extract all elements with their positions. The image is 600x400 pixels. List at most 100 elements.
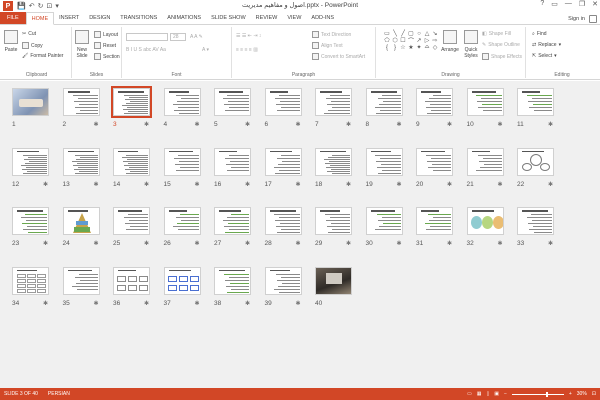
help-icon[interactable]: ?: [540, 0, 544, 8]
slide-thumbnail[interactable]: [163, 207, 201, 235]
shape-option-icon[interactable]: {: [383, 44, 391, 51]
font-size-buttons[interactable]: A A ✎: [190, 34, 203, 40]
transition-star-icon[interactable]: ✱: [498, 181, 503, 188]
tab-review[interactable]: REVIEW: [251, 12, 283, 24]
slide-thumbnail-item[interactable]: 36 ✱: [113, 266, 150, 309]
slide-thumbnail[interactable]: [12, 266, 49, 295]
slide-thumbnail-item[interactable]: 29 ✱: [315, 207, 352, 249]
tab-transitions[interactable]: TRANSITIONS: [115, 12, 162, 24]
reset-button[interactable]: Reset: [94, 42, 116, 49]
transition-star-icon[interactable]: ✱: [397, 121, 402, 128]
slide-thumbnail[interactable]: [113, 147, 150, 176]
transition-star-icon[interactable]: ✱: [447, 121, 452, 128]
slide-thumbnail[interactable]: [315, 147, 352, 176]
transition-star-icon[interactable]: ✱: [346, 121, 351, 128]
slide-thumbnail[interactable]: [264, 207, 302, 235]
slide-thumbnail-item[interactable]: 32 ✱: [466, 207, 504, 249]
shape-option-icon[interactable]: ↗: [415, 37, 423, 44]
slideshow-view-icon[interactable]: ▣: [494, 391, 499, 397]
shape-option-icon[interactable]: ▭: [383, 30, 391, 37]
align-buttons[interactable]: ≡ ≡ ≡ ≡ ▥: [236, 47, 258, 53]
slide-thumbnail-item[interactable]: 12 ✱: [12, 147, 49, 190]
tab-slide-show[interactable]: SLIDE SHOW: [206, 12, 251, 24]
transition-star-icon[interactable]: ✱: [43, 181, 48, 188]
slide-thumbnail[interactable]: [416, 88, 453, 116]
zoom-out-button[interactable]: −: [504, 391, 507, 397]
slide-thumbnail-item[interactable]: 22 ✱: [517, 147, 554, 190]
tab-add-ins[interactable]: ADD-INS: [306, 12, 339, 24]
slide-thumbnail[interactable]: [111, 86, 152, 118]
zoom-level[interactable]: 30%: [577, 391, 587, 397]
transition-star-icon[interactable]: ✱: [94, 240, 99, 247]
shapes-gallery[interactable]: ▭ ╲ ╱ ▢ ○ △ ↘ ⬠ ⬡ ☐ ⌒ ↗ ▷ ⇨{} ☆ ★ ✦ ⌓ ◇: [383, 30, 439, 60]
slide-thumbnail[interactable]: [214, 207, 251, 235]
list-buttons[interactable]: ☰ ☰ ⇤ ⇥ ↕: [236, 33, 261, 39]
quick-styles-button[interactable]: Quick Styles: [462, 30, 480, 59]
transition-star-icon[interactable]: ✱: [195, 300, 200, 307]
shape-option-icon[interactable]: ☐: [399, 37, 407, 44]
tab-insert[interactable]: INSERT: [54, 12, 84, 24]
cut-button[interactable]: ✂ Cut: [22, 31, 36, 37]
slide-thumbnail[interactable]: [365, 147, 403, 176]
slide-thumbnail-item[interactable]: 10 ✱: [466, 88, 504, 130]
font-size-dropdown[interactable]: 28: [170, 33, 186, 41]
reading-view-icon[interactable]: ▯: [486, 391, 489, 397]
replace-button[interactable]: ⇄ Replace ▾: [532, 42, 561, 48]
slide-thumbnail[interactable]: [466, 147, 504, 176]
slide-thumbnail[interactable]: [12, 88, 49, 116]
transition-star-icon[interactable]: ✱: [346, 181, 351, 188]
slide-thumbnail-item[interactable]: 9 ✱: [416, 88, 453, 130]
shape-option-icon[interactable]: }: [391, 44, 399, 51]
transition-star-icon[interactable]: ✱: [144, 300, 149, 307]
shape-option-icon[interactable]: ↘: [431, 30, 439, 37]
slide-thumbnail-item[interactable]: 26 ✱: [163, 207, 201, 249]
customize-qat-icon[interactable]: ▾: [55, 2, 59, 10]
shape-option-icon[interactable]: ✦: [415, 44, 423, 51]
slide-thumbnail-item[interactable]: 13 ✱: [62, 147, 100, 190]
copy-button[interactable]: Copy: [22, 42, 43, 49]
slide-thumbnail-item[interactable]: 11 ✱: [517, 88, 554, 130]
slide-thumbnail[interactable]: [163, 147, 201, 176]
shape-option-icon[interactable]: ⌒: [407, 37, 415, 45]
slide-thumbnail-item[interactable]: 28 ✱: [264, 207, 302, 249]
slide-thumbnail[interactable]: [62, 88, 100, 116]
transition-star-icon[interactable]: ✱: [548, 181, 553, 188]
slide-thumbnail[interactable]: [214, 147, 251, 176]
ribbon-display-icon[interactable]: ▭: [551, 0, 558, 8]
shape-option-icon[interactable]: ⬠: [383, 37, 391, 44]
slide-thumbnail-item[interactable]: 1: [12, 88, 49, 130]
slide-thumbnail[interactable]: [214, 88, 251, 116]
slide-thumbnail-item[interactable]: 5 ✱: [214, 88, 251, 130]
paste-button[interactable]: Paste: [4, 30, 18, 53]
slide-thumbnail[interactable]: [466, 88, 504, 116]
shape-fill-button[interactable]: ◧ Shape Fill: [482, 31, 511, 37]
layout-button[interactable]: Layout: [94, 31, 118, 38]
slide-thumbnail[interactable]: [517, 88, 554, 116]
sign-in-link[interactable]: Sign in: [568, 16, 585, 22]
slide-thumbnail[interactable]: [416, 147, 453, 176]
slide-thumbnail-item[interactable]: 6 ✱: [264, 88, 302, 130]
tab-view[interactable]: VIEW: [282, 12, 306, 24]
slide-thumbnail[interactable]: [163, 88, 201, 116]
transition-star-icon[interactable]: ✱: [195, 181, 200, 188]
slide-thumbnail[interactable]: [264, 266, 302, 295]
shape-option-icon[interactable]: ⇨: [431, 37, 439, 44]
align-text-button[interactable]: Align Text: [312, 42, 343, 49]
slide-thumbnail[interactable]: [315, 266, 352, 295]
transition-star-icon[interactable]: ✱: [296, 240, 301, 247]
find-button[interactable]: ⌕ Find: [532, 31, 547, 37]
transition-star-icon[interactable]: ✱: [447, 181, 452, 188]
slide-thumbnail-item[interactable]: 37 ✱: [163, 266, 201, 309]
slide-thumbnail-item[interactable]: 19 ✱: [365, 147, 403, 190]
slide-thumbnail-item[interactable]: 33 ✱: [517, 207, 554, 249]
slide-thumbnail[interactable]: [62, 147, 100, 176]
transition-star-icon[interactable]: ✱: [94, 121, 99, 128]
shape-option-icon[interactable]: ◇: [431, 44, 439, 51]
transition-star-icon[interactable]: ✱: [43, 240, 48, 247]
slide-thumbnail-item[interactable]: 8 ✱: [365, 88, 403, 130]
slide-thumbnail-item[interactable]: 4 ✱: [163, 88, 201, 130]
restore-icon[interactable]: ❐: [579, 0, 585, 8]
slide-thumbnail-item[interactable]: 39 ✱: [264, 266, 302, 309]
shape-option-icon[interactable]: ○: [415, 30, 423, 37]
shape-option-icon[interactable]: ☆: [399, 44, 407, 51]
